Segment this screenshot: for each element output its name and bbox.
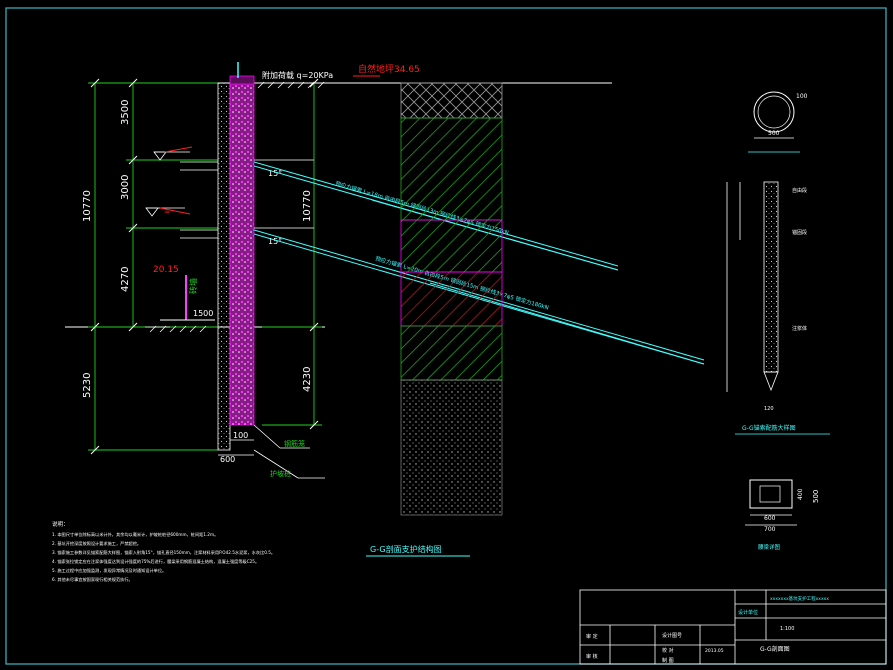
dim-right-4230: 4230	[302, 367, 313, 392]
waler-dim-500: 500	[812, 490, 820, 503]
bottom-dim-100: 100	[233, 431, 248, 440]
dim-right-10770: 10770	[302, 190, 313, 222]
waler-dim-600: 600	[764, 515, 776, 522]
soil-layer-fill	[400, 82, 503, 119]
left-dimension-lines	[88, 82, 322, 451]
left-1500: 1500	[193, 309, 213, 318]
waler-detail-inner	[759, 485, 781, 503]
elevation-markers	[145, 151, 190, 328]
elev-red-text: ≈	[164, 208, 170, 216]
title-block-row-2: 审 核	[586, 653, 598, 660]
title-block-unit: 设计单位	[738, 609, 758, 616]
title-block-design: 设计图号	[662, 632, 682, 639]
notes-line-3: 3. 锚索施工参数详见锚索配筋大样图，锚索入射角15°，锚孔直径150mm，注浆…	[52, 549, 275, 556]
notes-line-2: 2. 基坑开挖深度按照设计要求施工，严禁超挖。	[52, 540, 141, 547]
anchor-rod-body	[763, 181, 779, 373]
top-load-label: 附加荷载 q=20KPa	[262, 70, 333, 80]
left-dimension-ticks	[90, 78, 319, 455]
waler-title: 腰梁详图	[758, 543, 781, 551]
notes-line-6: 6. 其他未尽事宜按国家现行相关规范执行。	[52, 576, 133, 583]
support-wall	[217, 82, 231, 451]
title-block-scale: 1:100	[780, 626, 794, 632]
anchor-circle-inner	[757, 95, 791, 129]
waler-dim-400: 400	[797, 488, 804, 500]
left-red-elev: 20.15	[153, 265, 179, 275]
left-wall-label: 砖墙	[188, 278, 198, 294]
dim-total-10770: 10770	[82, 190, 93, 222]
anchor-circle-detail	[753, 91, 795, 133]
anchor-circle-dim-500: 500	[768, 130, 780, 137]
top-elev-label: 自然地坪34.65	[358, 63, 420, 75]
anchor-detail-title: G-G锚索配筋大样图	[742, 424, 796, 432]
label-retaining-pile: 护坡桩	[270, 469, 291, 478]
anchor-rod-side-label-1: 自由段	[792, 187, 807, 194]
title-block-drawer: 制 图	[662, 657, 674, 664]
bottom-dim-600: 600	[220, 455, 235, 464]
soil-layer-clay	[400, 219, 503, 273]
dim-5230: 5230	[82, 373, 93, 398]
cad-drawing-canvas: 3500 3000 4270 5230 10770 10770 4230 ≈ 砖…	[5, 7, 887, 665]
title-block	[579, 589, 887, 665]
title-block-date: 2013.05	[705, 648, 724, 654]
waler-detail-box	[749, 479, 793, 509]
title-block-sheet-title: G-G剖面图	[760, 645, 790, 653]
dim-3500: 3500	[120, 100, 131, 125]
anchor-rod-side-label-3: 注浆体	[792, 325, 807, 332]
retaining-pile	[229, 82, 255, 426]
anchor-rod-side-label-2: 锚固段	[792, 229, 807, 236]
pile-cap	[229, 75, 255, 85]
notes-title: 说明：	[52, 520, 69, 528]
soil-layer-silt	[400, 117, 503, 221]
soil-layer-sand	[400, 379, 503, 516]
notes-line-1: 1. 本图尺寸单位除标高以米计外，其余均以毫米计，护坡桩桩径600mm，桩间距1…	[52, 531, 218, 538]
anchor-rod-tip	[763, 371, 779, 392]
anchor-circle-dim-100: 100	[796, 93, 808, 100]
dim-4270: 4270	[120, 267, 131, 292]
elev-red-flag-1	[164, 146, 193, 153]
label-steel-cage: 钢筋笼	[284, 439, 305, 448]
title-block-project: xxxxxxx基坑支护工程xxxxx	[770, 595, 829, 602]
soil-layer-green-low	[400, 325, 503, 381]
soil-layer-red	[400, 271, 503, 327]
waler-dim-700: 700	[764, 526, 776, 533]
anchor-rod-bottom-dim: 120	[764, 406, 774, 412]
dim-3000: 3000	[120, 175, 131, 200]
section-title: G-G剖面支护结构图	[370, 544, 442, 554]
notes-line-4: 4. 锚索张拉锁定应在注浆体强度达到设计强度的75%后进行，腰梁采用钢筋混凝土结…	[52, 558, 259, 565]
title-block-row-1: 审 定	[586, 633, 598, 640]
notes-line-5: 5. 施工过程中应加强监测，发现异常情况及时通知设计单位。	[52, 567, 166, 574]
title-block-checker: 校 对	[662, 647, 674, 654]
